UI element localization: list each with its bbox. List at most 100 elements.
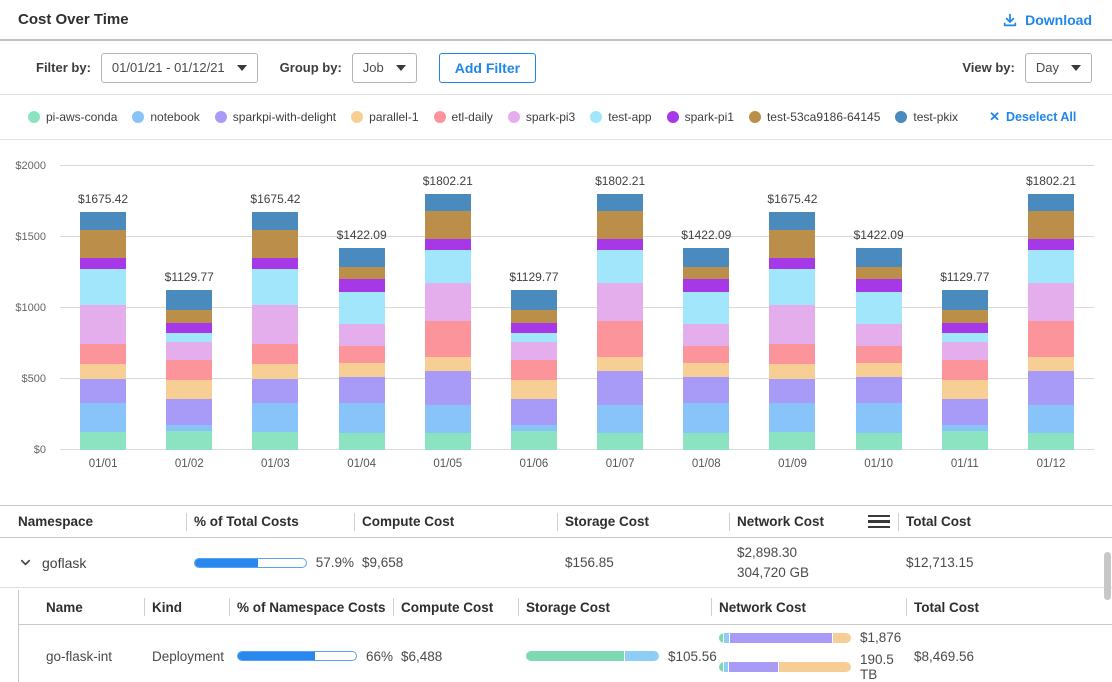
bar-segment-etl-daily[interactable]	[339, 346, 385, 363]
bar-segment-etl-daily[interactable]	[425, 321, 471, 357]
column-menu-icon[interactable]	[868, 515, 890, 529]
bar-segment-parallel-1[interactable]	[942, 380, 988, 399]
bar-segment-parallel-1[interactable]	[166, 380, 212, 399]
bar-segment-spark-pi1[interactable]	[425, 239, 471, 251]
bar-segment-test-app[interactable]	[425, 250, 471, 282]
bar-segment-sparkpi-with-delight[interactable]	[80, 379, 126, 403]
bar-segment-test-53ca9186-64145[interactable]	[942, 310, 988, 324]
bar-segment-notebook[interactable]	[425, 405, 471, 433]
bar-segment-etl-daily[interactable]	[597, 321, 643, 357]
bar-segment-spark-pi3[interactable]	[856, 324, 902, 346]
bar-segment-test-app[interactable]	[683, 292, 729, 324]
bar-segment-sparkpi-with-delight[interactable]	[166, 399, 212, 424]
bar-segment-etl-daily[interactable]	[252, 344, 298, 364]
bar-segment-spark-pi3[interactable]	[425, 283, 471, 321]
bar-segment-test-53ca9186-64145[interactable]	[166, 310, 212, 324]
bar-segment-spark-pi3[interactable]	[769, 305, 815, 344]
bar-segment-spark-pi3[interactable]	[942, 342, 988, 360]
bar-segment-spark-pi3[interactable]	[597, 283, 643, 321]
bar-segment-notebook[interactable]	[339, 403, 385, 433]
bar-segment-spark-pi3[interactable]	[166, 342, 212, 360]
bar-segment-parallel-1[interactable]	[425, 357, 471, 371]
bar-segment-etl-daily[interactable]	[856, 346, 902, 363]
bar-segment-test-pkix[interactable]	[597, 194, 643, 211]
bar-segment-test-pkix[interactable]	[856, 248, 902, 267]
bar-segment-test-app[interactable]	[769, 269, 815, 305]
add-filter-button[interactable]: Add Filter	[439, 53, 536, 83]
bar-segment-pi-aws-conda[interactable]	[1028, 433, 1074, 450]
bar-segment-pi-aws-conda[interactable]	[166, 431, 212, 450]
bar-segment-test-app[interactable]	[597, 250, 643, 282]
bar-segment-test-53ca9186-64145[interactable]	[597, 211, 643, 239]
bar-segment-spark-pi1[interactable]	[511, 323, 557, 333]
bar-segment-pi-aws-conda[interactable]	[339, 433, 385, 450]
bar-segment-spark-pi1[interactable]	[856, 279, 902, 291]
bar-segment-parallel-1[interactable]	[597, 357, 643, 371]
bar-segment-sparkpi-with-delight[interactable]	[856, 377, 902, 404]
bar-segment-spark-pi1[interactable]	[339, 279, 385, 291]
bar-segment-etl-daily[interactable]	[80, 344, 126, 364]
bar-segment-test-pkix[interactable]	[166, 290, 212, 310]
bar-segment-etl-daily[interactable]	[942, 360, 988, 380]
bar-segment-spark-pi3[interactable]	[1028, 283, 1074, 321]
bar-segment-pi-aws-conda[interactable]	[856, 433, 902, 450]
view-by-select[interactable]: Day	[1025, 53, 1092, 83]
bar-segment-test-app[interactable]	[942, 333, 988, 341]
bar-segment-etl-daily[interactable]	[683, 346, 729, 363]
legend-item-parallel-1[interactable]: parallel-1	[351, 110, 418, 124]
bar-segment-test-pkix[interactable]	[425, 194, 471, 211]
legend-item-test-app[interactable]: test-app	[590, 110, 651, 124]
bar-segment-notebook[interactable]	[252, 403, 298, 432]
bar-segment-sparkpi-with-delight[interactable]	[769, 379, 815, 403]
bar-segment-parallel-1[interactable]	[683, 363, 729, 377]
legend-item-sparkpi-with-delight[interactable]: sparkpi-with-delight	[215, 110, 336, 124]
bar-segment-pi-aws-conda[interactable]	[597, 433, 643, 450]
bar-segment-test-53ca9186-64145[interactable]	[769, 230, 815, 258]
bar-segment-pi-aws-conda[interactable]	[80, 432, 126, 450]
bar-segment-spark-pi1[interactable]	[683, 279, 729, 291]
vertical-scrollbar-thumb[interactable]	[1104, 552, 1111, 600]
bar-segment-test-app[interactable]	[339, 292, 385, 324]
bar-segment-notebook[interactable]	[856, 403, 902, 433]
bar-segment-spark-pi1[interactable]	[1028, 239, 1074, 251]
bar-segment-parallel-1[interactable]	[1028, 357, 1074, 371]
bar-segment-spark-pi3[interactable]	[252, 305, 298, 344]
bar-segment-parallel-1[interactable]	[80, 364, 126, 379]
legend-item-test-pkix[interactable]: test-pkix	[895, 110, 958, 124]
bar-segment-sparkpi-with-delight[interactable]	[339, 377, 385, 404]
bar-segment-spark-pi1[interactable]	[769, 258, 815, 269]
bar-segment-test-app[interactable]	[166, 333, 212, 341]
bar-segment-spark-pi1[interactable]	[597, 239, 643, 251]
legend-item-etl-daily[interactable]: etl-daily	[434, 110, 493, 124]
bar-segment-test-53ca9186-64145[interactable]	[252, 230, 298, 258]
bar-segment-spark-pi3[interactable]	[683, 324, 729, 346]
bar-segment-etl-daily[interactable]	[166, 360, 212, 380]
bar-segment-test-app[interactable]	[252, 269, 298, 305]
bar-segment-spark-pi3[interactable]	[511, 342, 557, 360]
bar-segment-test-pkix[interactable]	[769, 212, 815, 230]
bar-segment-spark-pi1[interactable]	[942, 323, 988, 333]
bar-segment-parallel-1[interactable]	[511, 380, 557, 399]
bar-segment-parallel-1[interactable]	[252, 364, 298, 379]
bar-segment-test-pkix[interactable]	[252, 212, 298, 230]
bar-segment-test-pkix[interactable]	[339, 248, 385, 267]
bar-segment-pi-aws-conda[interactable]	[769, 432, 815, 450]
bar-segment-test-pkix[interactable]	[683, 248, 729, 267]
deselect-all-button[interactable]: ✕ Deselect All	[989, 109, 1076, 125]
chevron-down-icon[interactable]	[18, 555, 33, 570]
download-button[interactable]: Download	[1002, 12, 1092, 28]
legend-item-test-53ca9186-64145[interactable]: test-53ca9186-64145	[749, 110, 880, 124]
bar-segment-test-app[interactable]	[1028, 250, 1074, 282]
bar-segment-pi-aws-conda[interactable]	[252, 432, 298, 450]
legend-item-spark-pi3[interactable]: spark-pi3	[508, 110, 575, 124]
bar-segment-test-53ca9186-64145[interactable]	[856, 267, 902, 279]
bar-segment-test-pkix[interactable]	[511, 290, 557, 310]
bar-segment-notebook[interactable]	[597, 405, 643, 433]
bar-segment-test-53ca9186-64145[interactable]	[1028, 211, 1074, 239]
bar-segment-sparkpi-with-delight[interactable]	[511, 399, 557, 424]
bar-segment-test-53ca9186-64145[interactable]	[80, 230, 126, 258]
bar-segment-test-pkix[interactable]	[80, 212, 126, 230]
bar-segment-notebook[interactable]	[1028, 405, 1074, 433]
bar-segment-sparkpi-with-delight[interactable]	[252, 379, 298, 403]
bar-segment-spark-pi3[interactable]	[339, 324, 385, 346]
